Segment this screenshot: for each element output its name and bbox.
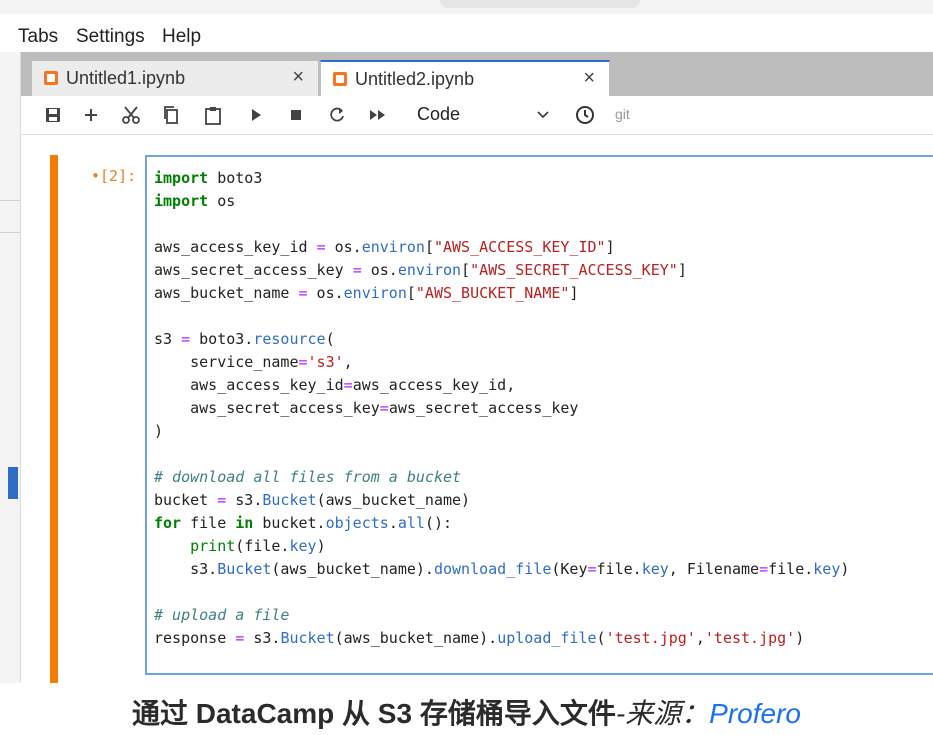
cell-collapser[interactable] — [50, 155, 58, 683]
tab-untitled1[interactable]: Untitled1.ipynb × — [31, 60, 319, 96]
stop-icon[interactable] — [285, 102, 307, 128]
left-sidebar-strip — [0, 52, 21, 683]
code-line: bucket = s3.Bucket(aws_bucket_name) — [154, 491, 471, 509]
code-editor[interactable]: import boto3 import os aws_access_key_id… — [145, 155, 933, 675]
code-line: # download all files from a bucket — [154, 468, 462, 486]
tab-label: Untitled1.ipynb — [66, 68, 186, 88]
notebook-toolbar: Code git — [21, 96, 933, 135]
code-line: import os — [154, 192, 236, 210]
code-line: aws_secret_access_key = os.environ["AWS_… — [154, 261, 687, 279]
tab-label: Untitled2.ipynb — [355, 69, 475, 89]
caption-title: 通过 DataCamp 从 S3 存储桶导入文件 — [131, 698, 616, 729]
sidebar-divider — [0, 232, 20, 233]
menu-tabs[interactable]: Tabs — [18, 26, 58, 48]
figure-caption: 通过 DataCamp 从 S3 存储桶导入文件-来源：Profero — [0, 684, 933, 735]
menu-help[interactable]: Help — [162, 26, 201, 48]
save-icon[interactable] — [41, 102, 65, 128]
cell-prompt: •[2]: — [91, 167, 137, 185]
code-line: for file in bucket.objects.all(): — [154, 514, 453, 532]
close-icon[interactable]: × — [583, 67, 595, 90]
code-line: s3.Bucket(aws_bucket_name).download_file… — [154, 560, 850, 578]
top-pill — [440, 0, 640, 8]
add-icon[interactable] — [79, 102, 103, 128]
caption-source-link[interactable]: Profero — [709, 698, 801, 729]
code-line: s3 = boto3.resource( — [154, 330, 335, 348]
code-line: print(file.key) — [190, 537, 326, 555]
copy-icon[interactable] — [159, 102, 183, 128]
code-line: # upload a file — [154, 606, 290, 624]
code-line: aws_bucket_name = os.environ["AWS_BUCKET… — [154, 284, 579, 302]
screenshot: Tabs Settings Help Untitled1.ipynb × Unt… — [0, 0, 933, 683]
tab-bar: Untitled1.ipynb × Untitled2.ipynb × — [21, 52, 933, 96]
code-line: aws_access_key_id = os.environ["AWS_ACCE… — [154, 238, 615, 256]
code-content[interactable]: import boto3 import os aws_access_key_id… — [154, 167, 849, 650]
code-line: service_name='s3', — [154, 353, 353, 371]
code-line: aws_secret_access_key=aws_secret_access_… — [154, 399, 579, 417]
clock-icon[interactable] — [573, 102, 597, 128]
code-line: ) — [154, 422, 164, 440]
git-label[interactable]: git — [615, 106, 630, 122]
fast-forward-icon[interactable] — [365, 102, 391, 128]
code-line: aws_access_key_id=aws_access_key_id, — [154, 376, 516, 394]
paste-icon[interactable] — [201, 102, 225, 128]
menu-settings[interactable]: Settings — [76, 26, 145, 48]
restart-icon[interactable] — [325, 102, 349, 128]
tab-untitled2[interactable]: Untitled2.ipynb × — [320, 60, 610, 96]
code-line: import boto3 — [154, 169, 263, 187]
caption-source-prefix: -来源： — [615, 698, 710, 729]
sidebar-divider — [0, 200, 20, 201]
chevron-down-icon[interactable] — [536, 102, 550, 131]
window-top-strip — [0, 0, 933, 14]
cut-icon[interactable] — [119, 102, 143, 128]
notebook-icon — [44, 71, 58, 85]
cell-type-select[interactable]: Code — [417, 104, 460, 125]
close-icon[interactable]: × — [292, 66, 304, 89]
run-icon[interactable] — [245, 102, 267, 128]
notebook-icon — [333, 72, 347, 86]
sidebar-active-marker[interactable] — [8, 467, 18, 499]
notebook-panel: •[2]: import boto3 import os aws_access_… — [21, 135, 933, 683]
menu-bar: Tabs Settings Help — [0, 14, 933, 52]
code-line: response = s3.Bucket(aws_bucket_name).up… — [154, 629, 805, 647]
